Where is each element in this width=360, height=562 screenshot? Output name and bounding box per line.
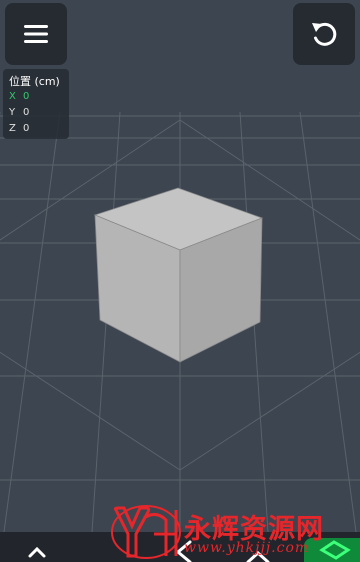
position-panel: 位置 (cm) X0 Y0 Z0 <box>3 69 69 139</box>
undo-arrow-icon <box>312 22 337 46</box>
coord-x-row: X0 <box>9 89 69 105</box>
watermark-logo <box>111 505 181 559</box>
coord-x-label: X <box>9 91 16 102</box>
watermark: 永辉资源网 www.yhkjjj.com <box>110 504 360 562</box>
coord-z-value: 0 <box>23 123 30 134</box>
position-title: 位置 (cm) <box>9 75 60 88</box>
coord-y-row: Y0 <box>9 105 69 121</box>
chevron-up-icon[interactable] <box>28 546 46 558</box>
coord-y-label: Y <box>9 107 16 118</box>
hamburger-menu-icon <box>24 25 48 43</box>
coord-y-value: 0 <box>23 107 30 118</box>
cube[interactable] <box>93 187 264 363</box>
coord-z-label: Z <box>9 123 16 134</box>
coord-x-value: 0 <box>23 91 30 102</box>
menu-button[interactable] <box>5 3 67 65</box>
watermark-url: www.yhkjjj.com <box>184 540 310 556</box>
reset-view-button[interactable] <box>293 3 355 65</box>
coord-z-row: Z0 <box>9 121 69 137</box>
